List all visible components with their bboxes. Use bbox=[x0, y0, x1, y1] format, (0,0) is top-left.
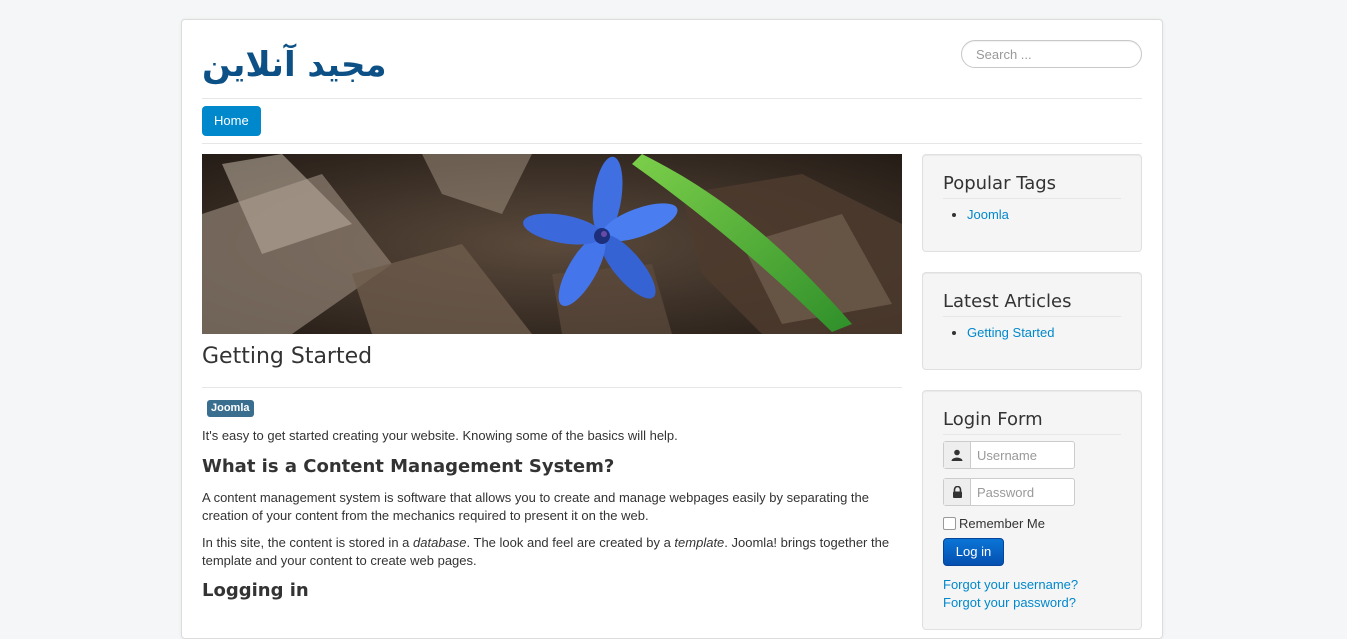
popular-tags-module: Popular Tags Joomla bbox=[922, 154, 1142, 252]
login-button[interactable]: Log in bbox=[943, 538, 1004, 566]
search-input[interactable] bbox=[961, 40, 1142, 68]
remember-me-label[interactable]: Remember Me bbox=[959, 516, 1045, 531]
password-field-group bbox=[943, 478, 1075, 506]
heading-cms: What is a Content Management System? bbox=[202, 456, 615, 477]
forgot-username-link[interactable]: Forgot your username? bbox=[943, 577, 1078, 592]
popular-tags-title: Popular Tags bbox=[943, 173, 1121, 199]
remember-me-checkbox[interactable] bbox=[943, 517, 956, 530]
lock-icon bbox=[944, 479, 971, 505]
latest-articles-title: Latest Articles bbox=[943, 291, 1121, 317]
latest-article-link[interactable]: Getting Started bbox=[967, 325, 1054, 340]
nav-home-button[interactable]: Home bbox=[202, 106, 261, 136]
username-input[interactable] bbox=[971, 442, 1074, 468]
banner-image bbox=[202, 154, 902, 334]
article-intro: It's easy to get started creating your w… bbox=[202, 428, 678, 443]
tag-joomla[interactable]: Joomla bbox=[207, 400, 254, 417]
paragraph-site: In this site, the content is stored in a… bbox=[202, 534, 902, 570]
site-brand[interactable]: مجید آنلاین bbox=[202, 42, 387, 88]
paragraph-site-part-1: In this site, the content is stored in a bbox=[202, 535, 414, 550]
remember-me-row: Remember Me bbox=[943, 516, 1045, 531]
forgot-password-link[interactable]: Forgot your password? bbox=[943, 595, 1076, 610]
list-item: Getting Started bbox=[967, 325, 1054, 340]
page-container: مجید آنلاین Home bbox=[181, 19, 1163, 639]
login-form-title: Login Form bbox=[943, 409, 1121, 435]
paragraph-cms: A content management system is software … bbox=[202, 490, 869, 523]
latest-articles-module: Latest Articles Getting Started bbox=[922, 272, 1142, 370]
popular-tag-link[interactable]: Joomla bbox=[967, 207, 1009, 222]
password-input[interactable] bbox=[971, 479, 1074, 505]
emphasis-database: database bbox=[413, 535, 467, 550]
latest-articles-list: Getting Started bbox=[967, 325, 1054, 340]
header-divider bbox=[202, 98, 1142, 99]
title-divider bbox=[202, 387, 902, 388]
list-item: Joomla bbox=[967, 207, 1009, 222]
paragraph-site-part-2: . The look and feel are created by a bbox=[466, 535, 675, 550]
heading-logging-in: Logging in bbox=[202, 580, 309, 601]
username-field-group bbox=[943, 441, 1075, 469]
user-icon bbox=[944, 442, 971, 468]
popular-tags-list: Joomla bbox=[967, 207, 1009, 222]
nav-divider bbox=[202, 143, 1142, 144]
login-form-module: Login Form Remember Me Log in Forgot you… bbox=[922, 390, 1142, 630]
article-title[interactable]: Getting Started bbox=[202, 344, 372, 369]
emphasis-template: template bbox=[674, 535, 725, 550]
